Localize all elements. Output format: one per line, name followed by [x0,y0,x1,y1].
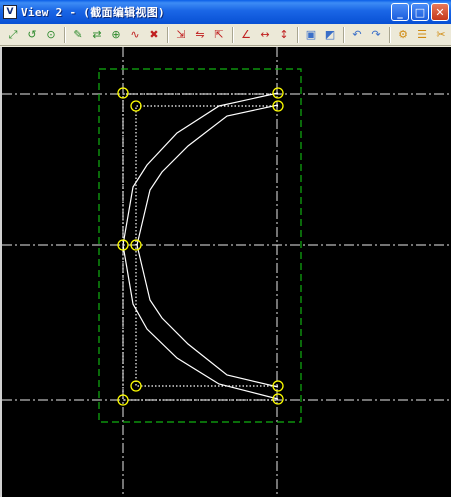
insert-point-button[interactable]: ⊕ [107,26,125,44]
zoom-window-button[interactable]: ⊙ [42,26,60,44]
settings-button[interactable]: ⚙ [394,26,412,44]
edit-curve-icon: ∿ [130,28,140,41]
section-edit-canvas[interactable] [0,47,451,497]
dimension-length-icon: ↔ [260,28,270,41]
mirror-button[interactable]: ⇋ [191,26,209,44]
dimension-angle-icon: ∠ [241,28,251,41]
add-point-icon: ✎ [73,28,83,41]
mirror-icon: ⇋ [195,28,205,41]
control-point[interactable] [130,100,142,112]
toolbar-separator [167,26,169,43]
delete-point-button[interactable]: ✖ [145,26,163,44]
redo-icon: ↷ [371,28,381,41]
toolbar-group: ✎ ⇄ ⊕ ∿ ✖ [69,26,164,44]
app-icon: V [3,5,17,19]
toolbar-separator [343,26,345,43]
align-icon: ⇱ [214,28,224,41]
zoom-window-icon: ⊙ [46,28,56,41]
delete-point-icon: ✖ [149,28,159,41]
section-curve-inner [136,104,279,388]
dimension-length-button[interactable]: ↔ [256,26,274,44]
toolbar: ⤢ ↺ ⊙ ✎ ⇄ ⊕ ∿ ✖ ⇲ ⇋ ⇱ ∠ ↔ ↕ ▣ ◩ ↶ ↷ ⚙ ☰ ✂ [0,24,451,46]
rotate-view-button[interactable]: ↺ [23,26,41,44]
offset-icon: ⇲ [176,28,186,41]
offset-button[interactable]: ⇲ [172,26,190,44]
edit-curve-button[interactable]: ∿ [126,26,144,44]
load-section-button[interactable]: ◩ [321,26,339,44]
guide-inner-outline [135,105,278,387]
window-controls: _ □ ✕ [391,3,449,21]
toolbar-group: ↶ ↷ [348,26,386,44]
dimension-vertical-icon: ↕ [279,28,289,41]
zoom-fit-button[interactable]: ⤢ [4,26,22,44]
control-point[interactable] [130,380,142,392]
undo-button[interactable]: ↶ [348,26,366,44]
tools-icon: ✂ [436,28,446,41]
title-bar[interactable]: V View 2 - (截面编辑视图) _ □ ✕ [0,0,451,24]
save-section-icon: ▣ [305,28,317,41]
insert-point-icon: ⊕ [111,28,121,41]
toolbar-group: ⇲ ⇋ ⇱ [172,26,229,44]
close-button[interactable]: ✕ [431,3,449,21]
dimension-angle-button[interactable]: ∠ [237,26,255,44]
layers-button[interactable]: ☰ [413,26,431,44]
toolbar-group: ⤢ ↺ ⊙ [4,26,61,44]
rotate-view-icon: ↺ [27,28,37,41]
add-point-button[interactable]: ✎ [69,26,87,44]
toolbar-separator [232,26,234,43]
align-button[interactable]: ⇱ [210,26,228,44]
save-section-button[interactable]: ▣ [302,26,320,44]
minimize-button[interactable]: _ [391,3,409,21]
toolbar-group: ⚙ ☰ ✂ [394,26,451,44]
move-point-button[interactable]: ⇄ [88,26,106,44]
toolbar-group: ∠ ↔ ↕ [237,26,294,44]
section-curve-outer [122,92,279,400]
settings-icon: ⚙ [398,28,408,41]
undo-icon: ↶ [352,28,362,41]
toolbar-group: ▣ ◩ [302,26,340,44]
drawing-canvas[interactable] [2,47,451,497]
toolbar-separator [64,26,66,43]
zoom-fit-icon: ⤢ [8,28,18,41]
maximize-button[interactable]: □ [411,3,429,21]
toolbar-separator [389,26,391,43]
move-point-icon: ⇄ [92,28,102,41]
toolbar-separator [297,26,299,43]
cad-view-window: V View 2 - (截面编辑视图) _ □ ✕ ⤢ ↺ ⊙ ✎ ⇄ ⊕ ∿ ✖ ⇲ ⇋ ⇱ ∠ ↔ ↕… [0,0,451,497]
redo-button[interactable]: ↷ [367,26,385,44]
tools-button[interactable]: ✂ [432,26,450,44]
dimension-vertical-button[interactable]: ↕ [275,26,293,44]
load-section-icon: ◩ [324,28,336,41]
layers-icon: ☰ [417,28,427,41]
window-title: View 2 - (截面编辑视图) [21,6,165,19]
